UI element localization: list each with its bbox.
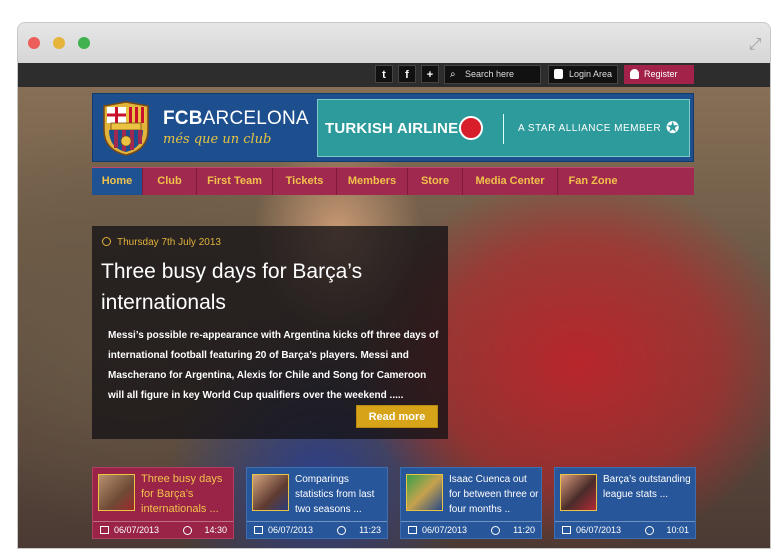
search-placeholder: Search here: [465, 69, 515, 79]
expand-icon[interactable]: ⤢: [746, 35, 764, 53]
close-window-button[interactable]: [28, 37, 40, 49]
news-time: 11:20: [513, 525, 535, 535]
story-summary: Messi’s possible re-appearance with Arge…: [108, 330, 439, 401]
nav-item-home[interactable]: Home: [92, 168, 143, 195]
lock-icon: [554, 69, 563, 79]
clock-icon: [645, 526, 654, 535]
story-date: Thursday 7th July 2013: [102, 237, 221, 248]
sponsor-banner[interactable]: TURKISH AIRLINES A STAR ALLIANCE MEMBER …: [317, 99, 690, 157]
news-date: 06/07/2013: [268, 525, 314, 535]
calendar-icon: [408, 526, 417, 534]
facebook-icon[interactable]: f: [398, 65, 416, 83]
story-date-text: Thursday 7th July 2013: [117, 237, 221, 248]
news-thumbnail: [98, 474, 135, 511]
nav-item-club[interactable]: Club: [143, 168, 197, 195]
brand-bold: FCB: [163, 108, 203, 129]
clock-icon: [337, 526, 346, 535]
news-thumbnail: [252, 474, 289, 511]
news-date: 06/07/2013: [576, 525, 622, 535]
news-time: 10:01: [666, 525, 689, 535]
brand-wordmark[interactable]: FCBARCELONA: [163, 108, 309, 130]
login-label: Login Area: [569, 69, 613, 79]
story-headline[interactable]: Three busy days for Barça’s internationa…: [101, 256, 441, 318]
fcb-crest-logo[interactable]: [101, 100, 151, 156]
news-meta: 06/07/2013 10:01: [555, 521, 695, 538]
news-date: 06/07/2013: [114, 525, 160, 535]
clock-icon: [102, 237, 111, 246]
browser-window: ⤢ t f + ⌕ Search here Login Area Registe…: [17, 22, 771, 549]
news-thumbnail: [560, 474, 597, 511]
news-time: 14:30: [204, 525, 227, 535]
clock-icon: [183, 526, 192, 535]
nav-item-members[interactable]: Members: [337, 168, 408, 195]
browser-titlebar: ⤢: [18, 23, 770, 63]
star-alliance-icon: ✪: [666, 118, 680, 137]
nav-item-first-team[interactable]: First Team: [197, 168, 273, 195]
news-meta: 06/07/2013 11:20: [401, 521, 541, 538]
news-card[interactable]: Barça’s outstanding league stats ... 06/…: [554, 467, 696, 539]
top-utility-bar: t f + ⌕ Search here Login Area Register: [18, 63, 770, 87]
news-title: Comparings statistics from last two seas…: [295, 474, 375, 515]
news-title: Barça’s outstanding league stats ...: [603, 474, 691, 500]
maximize-window-button[interactable]: [78, 37, 90, 49]
nav-item-media-center[interactable]: Media Center: [463, 168, 558, 195]
news-title: Isaac Cuenca out for between three or fo…: [449, 474, 539, 515]
news-meta: 06/07/2013 14:30: [93, 521, 233, 538]
news-thumbnail: [406, 474, 443, 511]
calendar-icon: [100, 526, 109, 534]
user-icon: [630, 69, 639, 79]
clock-icon: [491, 526, 500, 535]
news-title: Three busy days for Barça’s internationa…: [141, 473, 223, 515]
featured-story: Thursday 7th July 2013 Three busy days f…: [92, 226, 448, 439]
brand-rest: ARCELONA: [202, 108, 309, 129]
page-viewport: t f + ⌕ Search here Login Area Register: [18, 63, 770, 548]
site-header: FCBARCELONA més que un club TURKISH AIRL…: [92, 93, 694, 162]
sponsor-divider: [503, 114, 504, 144]
nav-item-tickets[interactable]: Tickets: [273, 168, 337, 195]
news-time: 11:23: [359, 525, 381, 535]
news-card[interactable]: Three busy days for Barça’s internationa…: [92, 467, 234, 539]
turkish-airlines-logo-icon: [459, 116, 483, 140]
news-meta: 06/07/2013 11:23: [247, 521, 387, 538]
nav-item-store[interactable]: Store: [408, 168, 463, 195]
login-area-button[interactable]: Login Area: [548, 65, 618, 84]
news-date: 06/07/2013: [422, 525, 468, 535]
brand-motto: més que un club: [163, 132, 272, 147]
news-card[interactable]: Isaac Cuenca out for between three or fo…: [400, 467, 542, 539]
twitter-icon[interactable]: t: [375, 65, 393, 83]
read-more-button[interactable]: Read more: [356, 405, 438, 428]
nav-item-fan-zone[interactable]: Fan Zone: [558, 168, 628, 195]
search-input[interactable]: ⌕ Search here: [444, 65, 541, 84]
search-icon: ⌕: [450, 69, 456, 80]
sponsor-tagline: A STAR ALLIANCE MEMBER: [518, 123, 662, 134]
sponsor-name: TURKISH AIRLINES: [325, 120, 469, 137]
register-button[interactable]: Register: [624, 65, 694, 84]
minimize-window-button[interactable]: [53, 37, 65, 49]
news-card[interactable]: Comparings statistics from last two seas…: [246, 467, 388, 539]
plus-icon[interactable]: +: [421, 65, 439, 83]
register-label: Register: [644, 69, 678, 79]
calendar-icon: [562, 526, 571, 534]
main-navigation: Home Club First Team Tickets Members Sto…: [92, 167, 694, 195]
calendar-icon: [254, 526, 263, 534]
